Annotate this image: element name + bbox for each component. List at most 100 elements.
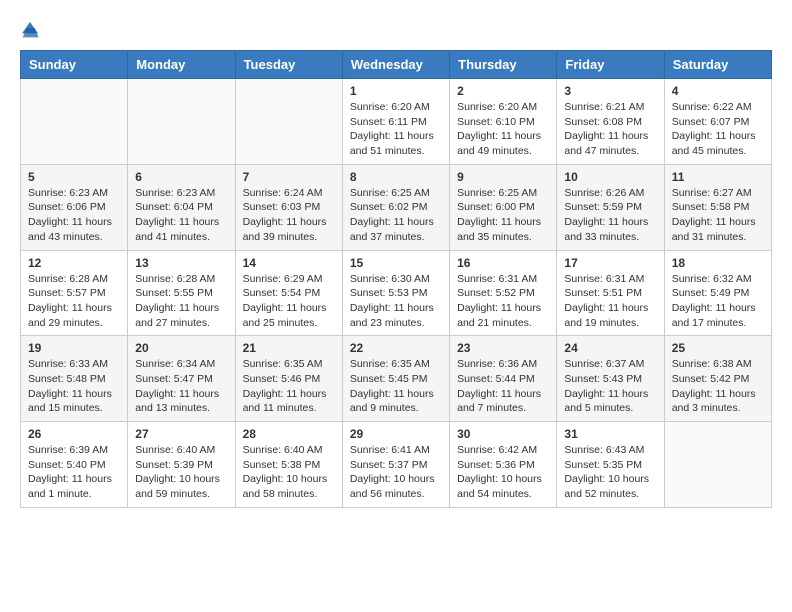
- day-info: Sunrise: 6:28 AM Sunset: 5:55 PM Dayligh…: [135, 272, 227, 331]
- day-number: 22: [350, 341, 442, 355]
- day-number: 7: [243, 170, 335, 184]
- calendar-day-cell: 26 Sunrise: 6:39 AM Sunset: 5:40 PM Dayli…: [21, 422, 128, 508]
- calendar-day-cell: 24Sunrise: 6:37 AM Sunset: 5:43 PM Dayli…: [557, 336, 664, 422]
- day-number: 15: [350, 256, 442, 270]
- calendar-header-row: SundayMondayTuesdayWednesdayThursdayFrid…: [21, 51, 772, 79]
- day-of-week-header: Wednesday: [342, 51, 449, 79]
- day-info: Sunrise: 6:42 AM Sunset: 5:36 PM Dayligh…: [457, 443, 549, 502]
- day-info: Sunrise: 6:22 AM Sunset: 6:07 PM Dayligh…: [672, 100, 764, 159]
- day-number: 6: [135, 170, 227, 184]
- day-info: Sunrise: 6:43 AM Sunset: 5:35 PM Dayligh…: [564, 443, 656, 502]
- day-number: 20: [135, 341, 227, 355]
- day-info: Sunrise: 6:38 AM Sunset: 5:42 PM Dayligh…: [672, 357, 764, 416]
- day-info: Sunrise: 6:33 AM Sunset: 5:48 PM Dayligh…: [28, 357, 120, 416]
- day-number: 4: [672, 84, 764, 98]
- day-number: 17: [564, 256, 656, 270]
- day-number: 5: [28, 170, 120, 184]
- day-number: 18: [672, 256, 764, 270]
- day-info: Sunrise: 6:31 AM Sunset: 5:51 PM Dayligh…: [564, 272, 656, 331]
- calendar-day-cell: 5 Sunrise: 6:23 AM Sunset: 6:06 PM Daylig…: [21, 164, 128, 250]
- day-info: Sunrise: 6:25 AM Sunset: 6:02 PM Dayligh…: [350, 186, 442, 245]
- day-number: 26: [28, 427, 120, 441]
- day-number: 27: [135, 427, 227, 441]
- day-number: 13: [135, 256, 227, 270]
- day-info: Sunrise: 6:41 AM Sunset: 5:37 PM Dayligh…: [350, 443, 442, 502]
- day-of-week-header: Saturday: [664, 51, 771, 79]
- day-of-week-header: Thursday: [450, 51, 557, 79]
- calendar-day-cell: 10 Sunrise: 6:26 AM Sunset: 5:59 PM Dayli…: [557, 164, 664, 250]
- calendar-day-cell: 1Sunrise: 6:20 AM Sunset: 6:11 PM Daylig…: [342, 79, 449, 165]
- day-number: 16: [457, 256, 549, 270]
- day-number: 25: [672, 341, 764, 355]
- day-number: 31: [564, 427, 656, 441]
- calendar-day-cell: 3 Sunrise: 6:21 AM Sunset: 6:08 PM Daylig…: [557, 79, 664, 165]
- day-number: 19: [28, 341, 120, 355]
- calendar-day-cell: 15 Sunrise: 6:30 AM Sunset: 5:53 PM Dayli…: [342, 250, 449, 336]
- calendar-day-cell: 30 Sunrise: 6:42 AM Sunset: 5:36 PM Dayli…: [450, 422, 557, 508]
- calendar-day-cell: 18 Sunrise: 6:32 AM Sunset: 5:49 PM Dayli…: [664, 250, 771, 336]
- calendar-day-cell: 19 Sunrise: 6:33 AM Sunset: 5:48 PM Dayli…: [21, 336, 128, 422]
- day-number: 9: [457, 170, 549, 184]
- calendar-day-cell: 12 Sunrise: 6:28 AM Sunset: 5:57 PM Dayli…: [21, 250, 128, 336]
- day-number: 3: [564, 84, 656, 98]
- calendar-day-cell: 16 Sunrise: 6:31 AM Sunset: 5:52 PM Dayli…: [450, 250, 557, 336]
- calendar-day-cell: 7 Sunrise: 6:24 AM Sunset: 6:03 PM Daylig…: [235, 164, 342, 250]
- page-header: [20, 20, 772, 40]
- day-info: Sunrise: 6:35 AM Sunset: 5:45 PM Dayligh…: [350, 357, 442, 416]
- day-number: 30: [457, 427, 549, 441]
- day-info: Sunrise: 6:26 AM Sunset: 5:59 PM Dayligh…: [564, 186, 656, 245]
- day-of-week-header: Sunday: [21, 51, 128, 79]
- calendar-day-cell: 14Sunrise: 6:29 AM Sunset: 5:54 PM Dayli…: [235, 250, 342, 336]
- day-of-week-header: Tuesday: [235, 51, 342, 79]
- calendar-day-cell: 20 Sunrise: 6:34 AM Sunset: 5:47 PM Dayli…: [128, 336, 235, 422]
- logo: [20, 20, 42, 40]
- calendar-day-cell: 2Sunrise: 6:20 AM Sunset: 6:10 PM Daylig…: [450, 79, 557, 165]
- calendar-day-cell: [664, 422, 771, 508]
- calendar-day-cell: 27Sunrise: 6:40 AM Sunset: 5:39 PM Dayli…: [128, 422, 235, 508]
- day-info: Sunrise: 6:35 AM Sunset: 5:46 PM Dayligh…: [243, 357, 335, 416]
- calendar-day-cell: [128, 79, 235, 165]
- calendar-day-cell: 22 Sunrise: 6:35 AM Sunset: 5:45 PM Dayli…: [342, 336, 449, 422]
- day-info: Sunrise: 6:37 AM Sunset: 5:43 PM Dayligh…: [564, 357, 656, 416]
- day-number: 14: [243, 256, 335, 270]
- logo-icon: [20, 20, 40, 40]
- day-info: Sunrise: 6:34 AM Sunset: 5:47 PM Dayligh…: [135, 357, 227, 416]
- day-of-week-header: Monday: [128, 51, 235, 79]
- calendar-day-cell: [235, 79, 342, 165]
- day-number: 28: [243, 427, 335, 441]
- day-of-week-header: Friday: [557, 51, 664, 79]
- day-info: Sunrise: 6:27 AM Sunset: 5:58 PM Dayligh…: [672, 186, 764, 245]
- day-number: 12: [28, 256, 120, 270]
- day-info: Sunrise: 6:23 AM Sunset: 6:04 PM Dayligh…: [135, 186, 227, 245]
- day-number: 8: [350, 170, 442, 184]
- day-info: Sunrise: 6:39 AM Sunset: 5:40 PM Dayligh…: [28, 443, 120, 502]
- day-number: 10: [564, 170, 656, 184]
- calendar-day-cell: 4 Sunrise: 6:22 AM Sunset: 6:07 PM Daylig…: [664, 79, 771, 165]
- day-info: Sunrise: 6:24 AM Sunset: 6:03 PM Dayligh…: [243, 186, 335, 245]
- calendar-day-cell: 6 Sunrise: 6:23 AM Sunset: 6:04 PM Daylig…: [128, 164, 235, 250]
- day-number: 11: [672, 170, 764, 184]
- calendar-week-row: 12 Sunrise: 6:28 AM Sunset: 5:57 PM Dayli…: [21, 250, 772, 336]
- day-info: Sunrise: 6:21 AM Sunset: 6:08 PM Dayligh…: [564, 100, 656, 159]
- day-info: Sunrise: 6:31 AM Sunset: 5:52 PM Dayligh…: [457, 272, 549, 331]
- calendar-week-row: 19 Sunrise: 6:33 AM Sunset: 5:48 PM Dayli…: [21, 336, 772, 422]
- day-info: Sunrise: 6:20 AM Sunset: 6:10 PM Dayligh…: [457, 100, 549, 159]
- calendar-day-cell: 23 Sunrise: 6:36 AM Sunset: 5:44 PM Dayli…: [450, 336, 557, 422]
- calendar-day-cell: 11 Sunrise: 6:27 AM Sunset: 5:58 PM Dayli…: [664, 164, 771, 250]
- calendar-day-cell: 17 Sunrise: 6:31 AM Sunset: 5:51 PM Dayli…: [557, 250, 664, 336]
- day-info: Sunrise: 6:28 AM Sunset: 5:57 PM Dayligh…: [28, 272, 120, 331]
- day-info: Sunrise: 6:32 AM Sunset: 5:49 PM Dayligh…: [672, 272, 764, 331]
- day-number: 29: [350, 427, 442, 441]
- day-number: 23: [457, 341, 549, 355]
- day-info: Sunrise: 6:30 AM Sunset: 5:53 PM Dayligh…: [350, 272, 442, 331]
- calendar-week-row: 5 Sunrise: 6:23 AM Sunset: 6:06 PM Daylig…: [21, 164, 772, 250]
- day-info: Sunrise: 6:36 AM Sunset: 5:44 PM Dayligh…: [457, 357, 549, 416]
- calendar-day-cell: 29 Sunrise: 6:41 AM Sunset: 5:37 PM Dayli…: [342, 422, 449, 508]
- calendar-day-cell: 31 Sunrise: 6:43 AM Sunset: 5:35 PM Dayli…: [557, 422, 664, 508]
- calendar-day-cell: 9Sunrise: 6:25 AM Sunset: 6:00 PM Daylig…: [450, 164, 557, 250]
- day-info: Sunrise: 6:23 AM Sunset: 6:06 PM Dayligh…: [28, 186, 120, 245]
- calendar-day-cell: 28Sunrise: 6:40 AM Sunset: 5:38 PM Dayli…: [235, 422, 342, 508]
- calendar-day-cell: 25 Sunrise: 6:38 AM Sunset: 5:42 PM Dayli…: [664, 336, 771, 422]
- calendar-day-cell: 13 Sunrise: 6:28 AM Sunset: 5:55 PM Dayli…: [128, 250, 235, 336]
- day-number: 1: [350, 84, 442, 98]
